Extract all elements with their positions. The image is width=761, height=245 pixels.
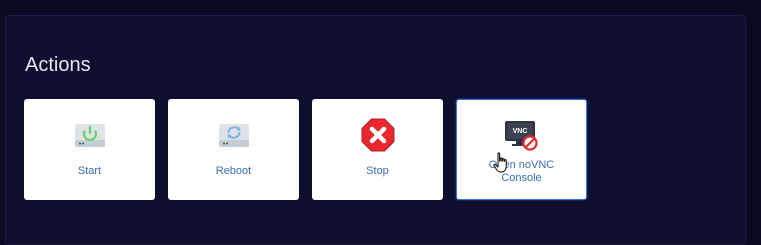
open-novnc-console-button[interactable]: VNC Open noVNC Console: [456, 99, 587, 200]
start-button[interactable]: Start: [24, 99, 155, 200]
reboot-button[interactable]: Reboot: [168, 99, 299, 200]
open-novnc-console-label: Open noVNC Console: [488, 159, 555, 184]
actions-list: Start Reboot Stop VNC Open noVNC Console: [24, 99, 587, 200]
refresh-drive-icon: [218, 124, 249, 147]
stop-icon: [361, 118, 394, 152]
section-title: Actions: [25, 54, 91, 76]
reboot-label: Reboot: [215, 165, 252, 177]
stop-label: Stop: [366, 165, 389, 177]
svg-text:VNC: VNC: [512, 128, 527, 135]
stop-button[interactable]: Stop: [312, 99, 443, 200]
vnc-disabled-icon: VNC: [504, 121, 538, 151]
power-drive-icon: [74, 124, 105, 147]
actions-panel: Actions Start Reboot Stop VNC Open noVNC…: [5, 15, 746, 245]
start-label: Start: [77, 165, 102, 177]
